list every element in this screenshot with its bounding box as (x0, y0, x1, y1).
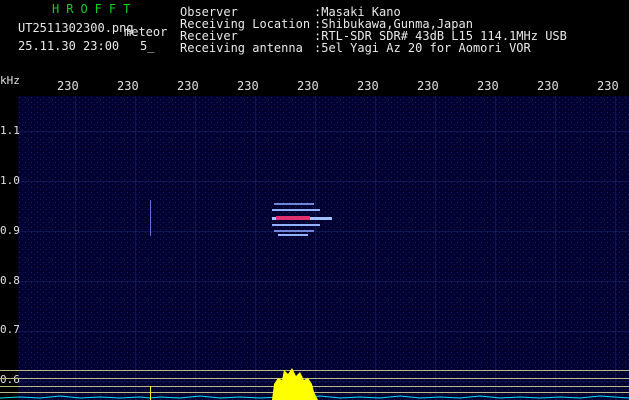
signal-burst (272, 368, 318, 400)
time-tick: 230 (237, 79, 259, 93)
time-tick: 230 (177, 79, 199, 93)
time-tick: 230 (417, 79, 439, 93)
freq-tick: 1.0 (0, 174, 20, 187)
freq-tick: 0.9 (0, 224, 20, 237)
time-tick: 230 (297, 79, 319, 93)
spectrogram (18, 96, 629, 400)
time-tick: 230 (477, 79, 499, 93)
time-tick: 230 (537, 79, 559, 93)
datetime-label: 25.11.30 23:00 (18, 39, 120, 53)
antenna-label: Receiving antenna (180, 41, 303, 55)
time-tick: 230 (117, 79, 139, 93)
spectrogram-image (18, 96, 629, 400)
freq-tick: 0.7 (0, 323, 20, 336)
freq-tick: 0.8 (0, 274, 20, 287)
time-tick: 230 (57, 79, 79, 93)
antenna-value: :5el Yagi Az 20 for Aomori VOR (314, 41, 531, 55)
app-logo: HROFFT (52, 2, 138, 16)
counter-label: 5_ (140, 39, 155, 53)
time-tick: 230 (597, 79, 619, 93)
time-tick: 230 (357, 79, 379, 93)
time-axis: 230 230 230 230 230 230 230 230 230 230 (0, 79, 629, 93)
mode-label: meteor (124, 25, 168, 39)
echo-streak (150, 200, 151, 236)
freq-tick: 1.1 (0, 124, 20, 137)
filename-label: UT2511302300.png (18, 22, 134, 34)
